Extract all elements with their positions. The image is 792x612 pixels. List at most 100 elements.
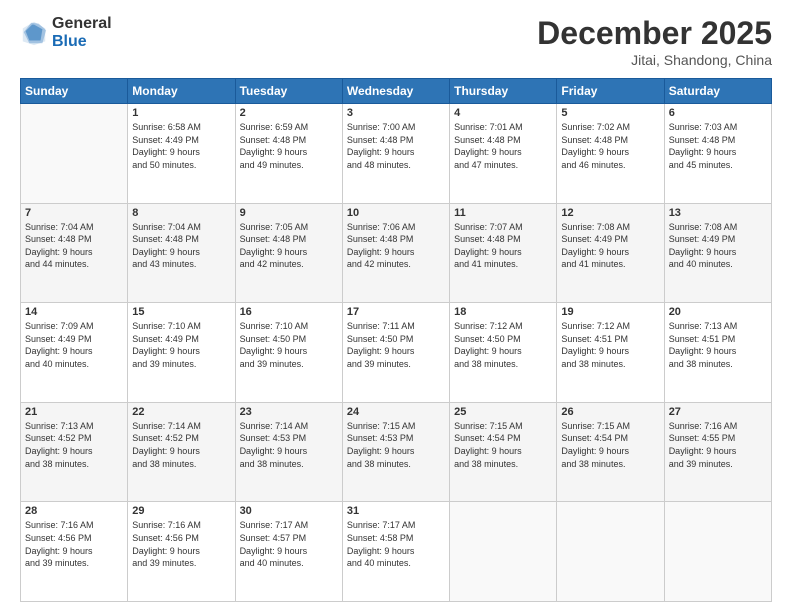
calendar-cell: 29 Sunrise: 7:16 AM Sunset: 4:56 PM Dayli… — [128, 502, 235, 602]
calendar-cell: 19 Sunrise: 7:12 AM Sunset: 4:51 PM Dayli… — [557, 303, 664, 403]
calendar-cell: 28Sunrise: 7:16 AM Sunset: 4:56 PM Dayli… — [21, 502, 128, 602]
calendar-cell: 7Sunrise: 7:04 AM Sunset: 4:48 PM Daylig… — [21, 203, 128, 303]
calendar-cell: 5 Sunrise: 7:02 AM Sunset: 4:48 PM Daylig… — [557, 104, 664, 204]
day-number: 26 — [561, 406, 659, 418]
calendar-cell: 27 Sunrise: 7:16 AM Sunset: 4:55 PM Dayli… — [664, 402, 771, 502]
day-number: 31 — [347, 505, 445, 517]
calendar-cell — [21, 104, 128, 204]
calendar-cell: 11 Sunrise: 7:07 AM Sunset: 4:48 PM Dayli… — [450, 203, 557, 303]
week-row-5: 28 Sunrise: 7:16 AM Sunset: 4:56 PM Dayli… — [21, 502, 772, 602]
day-number: 13 — [669, 207, 767, 219]
day-number: 25 — [454, 406, 552, 418]
day-info: Sunrise: 7:12 AM Sunset: 4:50 PM Dayligh… — [454, 320, 552, 370]
calendar-cell — [664, 502, 771, 602]
calendar-cell: 24Sunrise: 7:15 AM Sunset: 4:53 PM Dayli… — [342, 402, 449, 502]
day-info: Sunrise: 7:11 AM Sunset: 4:50 PM Dayligh… — [347, 320, 445, 370]
week-row-1: 1Sunrise: 6:58 AM Sunset: 4:49 PM Daylig… — [21, 104, 772, 204]
day-number: 11 — [454, 207, 552, 219]
day-number: 4 — [454, 107, 552, 119]
day-info: Sunrise: 7:16 AM Sunset: 4:56 PM Dayligh… — [132, 519, 230, 569]
week-row-3: 14Sunrise: 7:09 AM Sunset: 4:49 PM Dayli… — [21, 303, 772, 403]
day-info: Sunrise: 7:14 AM Sunset: 4:52 PM Dayligh… — [132, 420, 230, 470]
day-number: 18 — [454, 306, 552, 318]
calendar-cell: 3Sunrise: 7:00 AM Sunset: 4:48 PM Daylig… — [342, 104, 449, 204]
day-number: 27 — [669, 406, 767, 418]
day-number: 6 — [669, 107, 767, 119]
day-info: Sunrise: 7:10 AM Sunset: 4:50 PM Dayligh… — [240, 320, 338, 370]
day-header-monday: Monday — [128, 79, 235, 104]
calendar-header-row: SundayMondayTuesdayWednesdayThursdayFrid… — [21, 79, 772, 104]
week-row-4: 21Sunrise: 7:13 AM Sunset: 4:52 PM Dayli… — [21, 402, 772, 502]
calendar-cell: 4 Sunrise: 7:01 AM Sunset: 4:48 PM Daylig… — [450, 104, 557, 204]
day-number: 16 — [240, 306, 338, 318]
calendar-cell: 25 Sunrise: 7:15 AM Sunset: 4:54 PM Dayli… — [450, 402, 557, 502]
day-number: 12 — [561, 207, 659, 219]
calendar-cell: 18 Sunrise: 7:12 AM Sunset: 4:50 PM Dayli… — [450, 303, 557, 403]
day-number: 19 — [561, 306, 659, 318]
day-info: Sunrise: 7:17 AM Sunset: 4:57 PM Dayligh… — [240, 519, 338, 569]
calendar-cell: 16 Sunrise: 7:10 AM Sunset: 4:50 PM Dayli… — [235, 303, 342, 403]
day-info: Sunrise: 7:08 AM Sunset: 4:49 PM Dayligh… — [561, 221, 659, 271]
calendar-title: December 2025 — [537, 15, 772, 52]
day-info: Sunrise: 7:07 AM Sunset: 4:48 PM Dayligh… — [454, 221, 552, 271]
day-number: 21 — [25, 406, 123, 418]
day-info: Sunrise: 7:08 AM Sunset: 4:49 PM Dayligh… — [669, 221, 767, 271]
calendar-cell: 26 Sunrise: 7:15 AM Sunset: 4:54 PM Dayli… — [557, 402, 664, 502]
day-info: Sunrise: 7:06 AM Sunset: 4:48 PM Dayligh… — [347, 221, 445, 271]
day-info: Sunrise: 7:03 AM Sunset: 4:48 PM Dayligh… — [669, 121, 767, 171]
calendar-cell: 10 Sunrise: 7:06 AM Sunset: 4:48 PM Dayli… — [342, 203, 449, 303]
header: General Blue December 2025 Jitai, Shando… — [20, 15, 772, 68]
day-info: Sunrise: 7:17 AM Sunset: 4:58 PM Dayligh… — [347, 519, 445, 569]
day-header-sunday: Sunday — [21, 79, 128, 104]
day-info: Sunrise: 7:16 AM Sunset: 4:55 PM Dayligh… — [669, 420, 767, 470]
calendar-cell: 23 Sunrise: 7:14 AM Sunset: 4:53 PM Dayli… — [235, 402, 342, 502]
calendar-cell — [450, 502, 557, 602]
day-info: Sunrise: 7:15 AM Sunset: 4:54 PM Dayligh… — [454, 420, 552, 470]
calendar-cell: 31 Sunrise: 7:17 AM Sunset: 4:58 PM Dayli… — [342, 502, 449, 602]
day-header-tuesday: Tuesday — [235, 79, 342, 104]
logo: General Blue — [20, 15, 112, 50]
day-number: 24 — [347, 406, 445, 418]
day-number: 29 — [132, 505, 230, 517]
calendar-table: SundayMondayTuesdayWednesdayThursdayFrid… — [20, 78, 772, 602]
day-header-wednesday: Wednesday — [342, 79, 449, 104]
calendar-location: Jitai, Shandong, China — [537, 52, 772, 68]
week-row-2: 7Sunrise: 7:04 AM Sunset: 4:48 PM Daylig… — [21, 203, 772, 303]
day-info: Sunrise: 7:15 AM Sunset: 4:54 PM Dayligh… — [561, 420, 659, 470]
day-number: 23 — [240, 406, 338, 418]
day-info: Sunrise: 7:01 AM Sunset: 4:48 PM Dayligh… — [454, 121, 552, 171]
day-number: 9 — [240, 207, 338, 219]
day-header-saturday: Saturday — [664, 79, 771, 104]
day-info: Sunrise: 7:14 AM Sunset: 4:53 PM Dayligh… — [240, 420, 338, 470]
day-number: 17 — [347, 306, 445, 318]
day-info: Sunrise: 7:04 AM Sunset: 4:48 PM Dayligh… — [132, 221, 230, 271]
calendar-cell — [557, 502, 664, 602]
day-info: Sunrise: 6:58 AM Sunset: 4:49 PM Dayligh… — [132, 121, 230, 171]
calendar-cell: 15Sunrise: 7:10 AM Sunset: 4:49 PM Dayli… — [128, 303, 235, 403]
day-number: 10 — [347, 207, 445, 219]
day-info: Sunrise: 7:04 AM Sunset: 4:48 PM Dayligh… — [25, 221, 123, 271]
day-number: 5 — [561, 107, 659, 119]
calendar-cell: 14Sunrise: 7:09 AM Sunset: 4:49 PM Dayli… — [21, 303, 128, 403]
day-number: 2 — [240, 107, 338, 119]
day-info: Sunrise: 7:10 AM Sunset: 4:49 PM Dayligh… — [132, 320, 230, 370]
logo-text: General Blue — [52, 15, 112, 50]
calendar-cell: 6 Sunrise: 7:03 AM Sunset: 4:48 PM Daylig… — [664, 104, 771, 204]
calendar-cell: 22 Sunrise: 7:14 AM Sunset: 4:52 PM Dayli… — [128, 402, 235, 502]
main-container: General Blue December 2025 Jitai, Shando… — [0, 0, 792, 612]
calendar-cell: 20Sunrise: 7:13 AM Sunset: 4:51 PM Dayli… — [664, 303, 771, 403]
calendar-cell: 9 Sunrise: 7:05 AM Sunset: 4:48 PM Daylig… — [235, 203, 342, 303]
day-number: 30 — [240, 505, 338, 517]
logo-general-text: General — [52, 15, 112, 33]
day-info: Sunrise: 6:59 AM Sunset: 4:48 PM Dayligh… — [240, 121, 338, 171]
day-info: Sunrise: 7:12 AM Sunset: 4:51 PM Dayligh… — [561, 320, 659, 370]
day-info: Sunrise: 7:13 AM Sunset: 4:51 PM Dayligh… — [669, 320, 767, 370]
day-number: 22 — [132, 406, 230, 418]
day-info: Sunrise: 7:09 AM Sunset: 4:49 PM Dayligh… — [25, 320, 123, 370]
calendar-cell: 21Sunrise: 7:13 AM Sunset: 4:52 PM Dayli… — [21, 402, 128, 502]
day-info: Sunrise: 7:00 AM Sunset: 4:48 PM Dayligh… — [347, 121, 445, 171]
calendar-cell: 17 Sunrise: 7:11 AM Sunset: 4:50 PM Dayli… — [342, 303, 449, 403]
day-info: Sunrise: 7:02 AM Sunset: 4:48 PM Dayligh… — [561, 121, 659, 171]
day-info: Sunrise: 7:05 AM Sunset: 4:48 PM Dayligh… — [240, 221, 338, 271]
day-number: 28 — [25, 505, 123, 517]
